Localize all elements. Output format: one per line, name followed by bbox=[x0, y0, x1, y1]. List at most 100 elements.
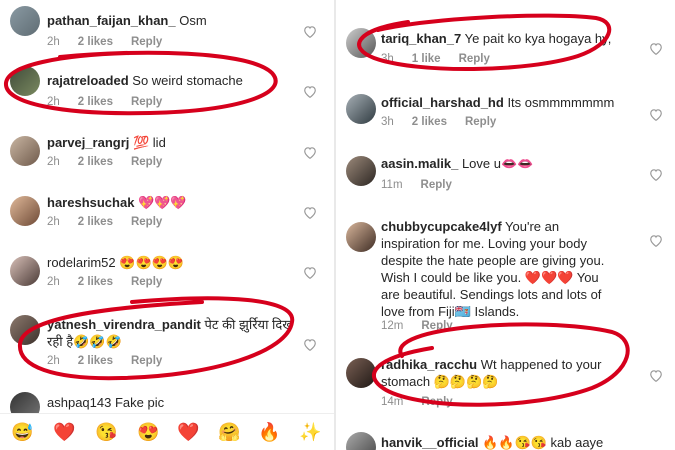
heart-icon[interactable] bbox=[303, 266, 317, 279]
reply-link[interactable]: Reply bbox=[421, 396, 452, 408]
comment-item: hanvik__official 🔥🔥😘😘 kab aaye bbox=[336, 428, 675, 450]
avatar[interactable] bbox=[346, 28, 376, 58]
timestamp: 2h bbox=[47, 36, 60, 48]
comment-meta: 3h 2 likes Reply bbox=[381, 116, 514, 128]
comment-text: official_harshad_hd Its osmmmmmmm bbox=[381, 94, 614, 111]
heart-icon[interactable] bbox=[303, 146, 317, 159]
sparkles-emoji-button[interactable]: ✨ bbox=[299, 421, 321, 443]
avatar[interactable] bbox=[346, 432, 376, 450]
heart-icon[interactable] bbox=[303, 338, 317, 351]
comment-body: You're an bbox=[505, 219, 560, 234]
comment-item: rodelarim52 😍😍😍😍 2h 2 likes Reply bbox=[0, 250, 334, 306]
comment-body-line2: रही है🤣🤣🤣 bbox=[47, 334, 122, 349]
username[interactable]: rajatreloaded bbox=[47, 73, 129, 88]
comment-text: ashpaq143 Fake pic bbox=[47, 394, 164, 411]
heart-icon[interactable] bbox=[303, 25, 317, 38]
likes-count[interactable]: 2 likes bbox=[78, 355, 113, 367]
comment-body: 😍😍😍😍 bbox=[119, 255, 185, 270]
avatar[interactable] bbox=[10, 66, 40, 96]
comment-item: chubbycupcake4lyf You're an inspiration … bbox=[336, 214, 675, 334]
username[interactable]: rodelarim52 bbox=[47, 255, 116, 270]
reply-link[interactable]: Reply bbox=[131, 36, 162, 48]
emoji-quick-bar: 😅 ❤️ 😘 😍 ❤️ 🤗 🔥 ✨ bbox=[0, 413, 334, 450]
comment-meta: 2h 2 likes Reply bbox=[47, 355, 180, 367]
comment-item: yatnesh_virendra_pandit पेट की झुर्रिया … bbox=[0, 310, 334, 380]
comment-body: Osm bbox=[179, 13, 207, 28]
username[interactable]: chubbycupcake4lyf bbox=[381, 219, 502, 234]
username[interactable]: pathan_faijan_khan_ bbox=[47, 13, 176, 28]
timestamp: 2h bbox=[47, 355, 60, 367]
avatar[interactable] bbox=[10, 315, 40, 345]
avatar[interactable] bbox=[346, 156, 376, 186]
likes-count[interactable]: 2 likes bbox=[78, 36, 113, 48]
username[interactable]: hanvik__official bbox=[381, 435, 479, 450]
comment-body-line: despite the hate people are giving you. bbox=[381, 253, 605, 268]
right-comments-panel: tariq_khan_7 Ye pait ko kya hogaya hy, 3… bbox=[336, 0, 675, 450]
comment-text: radhika_racchu Wt happened to your stomac… bbox=[381, 356, 651, 390]
timestamp: 11m bbox=[381, 179, 403, 191]
reply-link[interactable]: Reply bbox=[421, 320, 452, 332]
comment-meta: 2h 2 likes Reply bbox=[47, 96, 180, 108]
sweat-smile-emoji-button[interactable]: 😅 bbox=[11, 421, 33, 443]
fire-emoji-button[interactable]: 🔥 bbox=[258, 421, 280, 443]
comment-text: pathan_faijan_khan_ Osm bbox=[47, 12, 207, 29]
username[interactable]: radhika_racchu bbox=[381, 357, 477, 372]
comment-body: So weird stomache bbox=[132, 73, 243, 88]
username[interactable]: tariq_khan_7 bbox=[381, 31, 461, 46]
username[interactable]: ashpaq143 bbox=[47, 395, 111, 410]
heart-icon[interactable] bbox=[649, 234, 663, 247]
username[interactable]: aasin.malik_ bbox=[381, 156, 458, 171]
avatar[interactable] bbox=[346, 358, 376, 388]
username[interactable]: hareshsuchak bbox=[47, 195, 134, 210]
comment-body-line: inspiration for me. Loving your body bbox=[381, 236, 587, 251]
heart-icon[interactable] bbox=[649, 108, 663, 121]
reply-link[interactable]: Reply bbox=[131, 276, 162, 288]
reply-link[interactable]: Reply bbox=[131, 156, 162, 168]
comment-body: Its osmmmmmmm bbox=[507, 95, 615, 110]
heart-icon[interactable] bbox=[649, 42, 663, 55]
heart-icon[interactable] bbox=[303, 85, 317, 98]
likes-count[interactable]: 1 like bbox=[412, 53, 441, 65]
comment-meta: 12m Reply bbox=[381, 320, 471, 332]
comment-text: rajatreloaded So weird stomache bbox=[47, 72, 243, 89]
avatar[interactable] bbox=[10, 256, 40, 286]
avatar[interactable] bbox=[346, 222, 376, 252]
heart-icon[interactable] bbox=[649, 369, 663, 382]
username[interactable]: yatnesh_virendra_pandit bbox=[47, 317, 201, 332]
username[interactable]: official_harshad_hd bbox=[381, 95, 504, 110]
comment-meta: 3h 1 like Reply bbox=[381, 53, 508, 65]
red-heart-emoji-button[interactable]: ❤️ bbox=[53, 421, 75, 443]
reply-link[interactable]: Reply bbox=[459, 53, 490, 65]
likes-count[interactable]: 2 likes bbox=[78, 156, 113, 168]
heart-eyes-emoji-button[interactable]: 😍 bbox=[137, 421, 159, 443]
avatar[interactable] bbox=[10, 196, 40, 226]
reply-link[interactable]: Reply bbox=[131, 96, 162, 108]
likes-count[interactable]: 2 likes bbox=[412, 116, 447, 128]
hug-emoji-button[interactable]: 🤗 bbox=[218, 421, 240, 443]
comment-item: tariq_khan_7 Ye pait ko kya hogaya hy, 3… bbox=[336, 22, 675, 70]
avatar[interactable] bbox=[10, 136, 40, 166]
likes-count[interactable]: 2 likes bbox=[78, 276, 113, 288]
reply-link[interactable]: Reply bbox=[465, 116, 496, 128]
heart-icon[interactable] bbox=[649, 168, 663, 181]
avatar[interactable] bbox=[10, 6, 40, 36]
reply-link[interactable]: Reply bbox=[131, 216, 162, 228]
comment-body: 💖💖💖 bbox=[138, 195, 187, 210]
likes-count[interactable]: 2 likes bbox=[78, 96, 113, 108]
comment-text: tariq_khan_7 Ye pait ko kya hogaya hy, bbox=[381, 30, 611, 47]
heart-icon[interactable] bbox=[303, 206, 317, 219]
comment-item: radhika_racchu Wt happened to your stomac… bbox=[336, 352, 675, 412]
timestamp: 2h bbox=[47, 216, 60, 228]
red-heart-emoji-button[interactable]: ❤️ bbox=[177, 421, 199, 443]
timestamp: 2h bbox=[47, 156, 60, 168]
comment-body-line2: stomach 🤔🤔🤔🤔 bbox=[381, 374, 499, 389]
avatar[interactable] bbox=[346, 94, 376, 124]
comment-meta: 2h 2 likes Reply bbox=[47, 216, 180, 228]
comment-meta: 11m Reply bbox=[381, 179, 470, 191]
reply-link[interactable]: Reply bbox=[421, 179, 452, 191]
likes-count[interactable]: 2 likes bbox=[78, 216, 113, 228]
reply-link[interactable]: Reply bbox=[131, 355, 162, 367]
comment-body-line: Wish I could be like you. ❤️❤️❤️ You bbox=[381, 270, 599, 285]
username[interactable]: parvej_rangrj bbox=[47, 135, 129, 150]
kiss-emoji-button[interactable]: 😘 bbox=[95, 421, 117, 443]
